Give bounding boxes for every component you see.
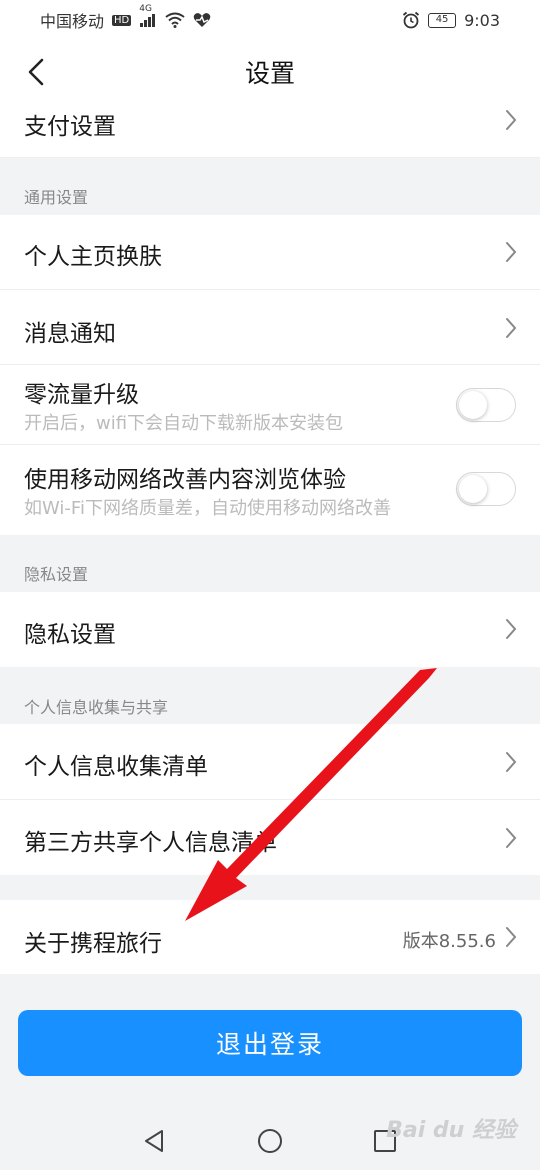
row-payment-settings[interactable]: 支付设置 (0, 102, 540, 158)
heart-pulse-icon (193, 12, 211, 28)
row-message-notifications[interactable]: 消息通知 (0, 290, 540, 365)
row-personal-info-list[interactable]: 个人信息收集清单 (0, 724, 540, 800)
clock: 9:03 (464, 10, 500, 30)
chevron-right-icon (506, 242, 517, 262)
row-description: 开启后，wifi下会自动下载新版本安装包 (24, 413, 344, 434)
battery-icon: 45 (428, 12, 457, 28)
row-homepage-skin[interactable]: 个人主页换肤 (0, 215, 540, 290)
zero-traffic-toggle[interactable] (456, 388, 516, 422)
carrier-name: 中国移动 (40, 12, 105, 31)
row-label: 第三方共享个人信息清单 (24, 830, 277, 856)
row-label: 支付设置 (24, 114, 116, 140)
battery-level: 45 (435, 14, 449, 25)
chevron-right-icon (506, 927, 517, 947)
status-bar: 中国移动 HD 4G 45 9:03 (0, 0, 540, 40)
row-label: 零流量升级 (24, 382, 139, 408)
hd-badge-icon: HD (112, 14, 132, 26)
row-label: 个人信息收集清单 (24, 754, 208, 780)
home-circle-icon[interactable] (255, 1126, 285, 1156)
row-mobile-network-improve: 使用移动网络改善内容浏览体验 如Wi-Fi下网络质量差，自动使用移动网络改善 (0, 445, 540, 535)
row-about-ctrip[interactable]: 关于携程旅行 版本8.55.6 (0, 900, 540, 974)
back-triangle-icon[interactable] (140, 1126, 170, 1156)
chevron-right-icon (506, 752, 517, 772)
row-privacy-settings[interactable]: 隐私设置 (0, 592, 540, 667)
chevron-right-icon (506, 828, 517, 848)
chevron-right-icon (506, 318, 517, 338)
row-zero-traffic-upgrade: 零流量升级 开启后，wifi下会自动下载新版本安装包 (0, 365, 540, 445)
status-left: 中国移动 HD 4G (40, 4, 211, 32)
chevron-right-icon (506, 619, 517, 639)
row-label: 隐私设置 (24, 622, 116, 648)
section-header-general: 通用设置 (24, 188, 89, 207)
app-version: 版本8.55.6 (402, 931, 496, 952)
chevron-right-icon (506, 110, 517, 130)
toggle-knob (459, 475, 487, 503)
signal-icon: 4G (139, 4, 157, 27)
row-label: 关于携程旅行 (24, 931, 162, 957)
baidu-jingyan-watermark: Bai du 经验 (386, 1118, 516, 1143)
logout-button[interactable]: 退出登录 (18, 1010, 522, 1076)
row-label: 消息通知 (24, 321, 116, 347)
section-header-personal-info: 个人信息收集与共享 (24, 698, 169, 717)
row-description: 如Wi-Fi下网络质量差，自动使用移动网络改善 (24, 498, 391, 519)
section-header-privacy: 隐私设置 (24, 565, 89, 584)
status-right: 45 9:03 (402, 11, 500, 30)
app-header: 设置 (0, 40, 540, 102)
row-label: 使用移动网络改善内容浏览体验 (24, 467, 346, 493)
alarm-icon (402, 11, 420, 29)
page-title: 设置 (244, 59, 295, 88)
row-label: 个人主页换肤 (24, 244, 162, 270)
mobile-network-toggle[interactable] (456, 472, 516, 506)
row-third-party-sharing[interactable]: 第三方共享个人信息清单 (0, 800, 540, 875)
toggle-knob (459, 391, 487, 419)
wifi-icon (165, 12, 185, 28)
annotation-arrow (185, 668, 437, 921)
